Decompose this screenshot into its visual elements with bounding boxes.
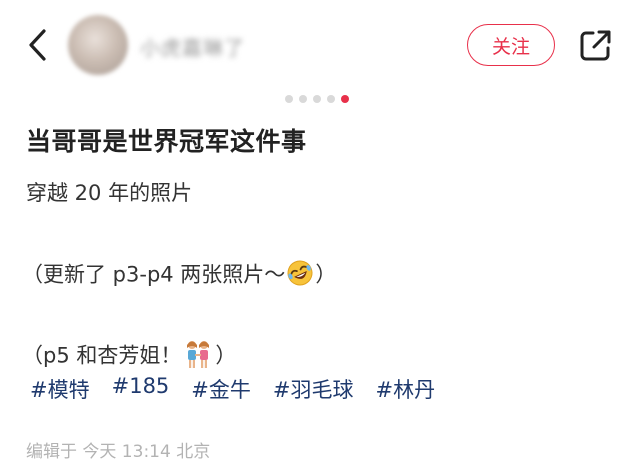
post-title: 当哥哥是世界冠军这件事 xyxy=(26,127,307,156)
post-text: 穿越 20 年的照片 xyxy=(26,181,193,205)
carousel-dot[interactable] xyxy=(285,95,293,103)
post-line-2: （更新了 p3-p4 两张照片～ ） xyxy=(22,258,336,293)
avatar[interactable] xyxy=(68,15,128,75)
hashtag-list: #模特 #185 #金牛 #羽毛球 #林丹 xyxy=(30,374,435,404)
hashtag[interactable]: #金牛 xyxy=(191,374,251,404)
rolling-laughing-emoji xyxy=(285,258,315,293)
post-meta: 编辑于 今天 13:14 北京 xyxy=(26,442,211,462)
back-button[interactable] xyxy=(22,26,56,64)
post-line-1: 穿越 20 年的照片 xyxy=(26,177,192,207)
hashtag[interactable]: #185 xyxy=(112,374,170,404)
share-icon xyxy=(580,30,611,61)
carousel-dot-active[interactable] xyxy=(341,95,349,103)
post-line-3: （p5 和杏芳姐！ ） xyxy=(22,339,236,374)
two-women-holding-hands-emoji xyxy=(181,339,215,374)
carousel-indicator xyxy=(285,95,349,103)
post-text: （p5 和杏芳姐！ xyxy=(22,343,182,368)
post-text: ） xyxy=(215,343,237,368)
top-bar: 小虎嘉琳了 关注 xyxy=(0,0,640,90)
hashtag[interactable]: #羽毛球 xyxy=(273,374,354,404)
post-text: ） xyxy=(315,262,337,287)
share-button[interactable] xyxy=(578,27,614,63)
carousel-dot[interactable] xyxy=(327,95,335,103)
post-text: （更新了 p3-p4 两张照片～ xyxy=(22,262,286,287)
chevron-left-icon xyxy=(29,29,46,61)
follow-button[interactable]: 关注 xyxy=(467,24,555,66)
hashtag[interactable]: #林丹 xyxy=(376,374,436,404)
carousel-dot[interactable] xyxy=(313,95,321,103)
carousel-dot[interactable] xyxy=(299,95,307,103)
username[interactable]: 小虎嘉琳了 xyxy=(140,32,245,61)
hashtag[interactable]: #模特 xyxy=(30,374,90,404)
